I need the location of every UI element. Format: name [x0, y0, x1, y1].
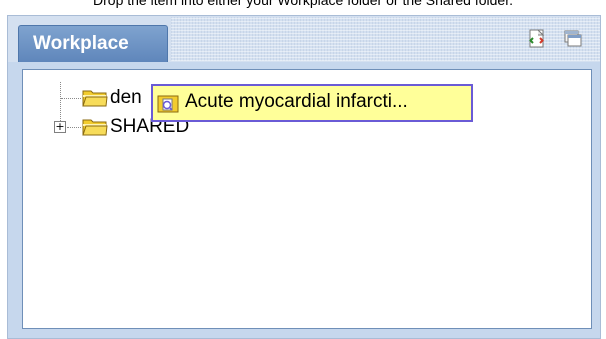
folder-icon: [82, 88, 108, 108]
folder-icon: [82, 117, 108, 137]
tab-workplace[interactable]: Workplace: [18, 25, 168, 62]
tree-connector: [61, 98, 81, 99]
tree-node-den[interactable]: den: [82, 86, 142, 110]
expand-icon[interactable]: +: [54, 121, 66, 133]
drag-ghost[interactable]: Acute myocardial infarcti...: [151, 84, 473, 122]
tab-strip: Workplace: [8, 16, 600, 62]
refresh-icon[interactable]: [527, 29, 547, 49]
workplace-panel: Workplace + den SHARED Acute myocardial …: [7, 15, 601, 339]
report-icon: [157, 93, 181, 113]
instruction-text: Drop the item into either your Workplace…: [93, 0, 513, 8]
tree-connector: [67, 127, 81, 128]
window-icon[interactable]: [563, 29, 583, 49]
folder-tree: + den SHARED Acute myocardial infarcti..…: [22, 69, 592, 329]
drag-ghost-label: Acute myocardial infarcti...: [185, 91, 408, 112]
tree-node-label: den: [110, 87, 142, 108]
